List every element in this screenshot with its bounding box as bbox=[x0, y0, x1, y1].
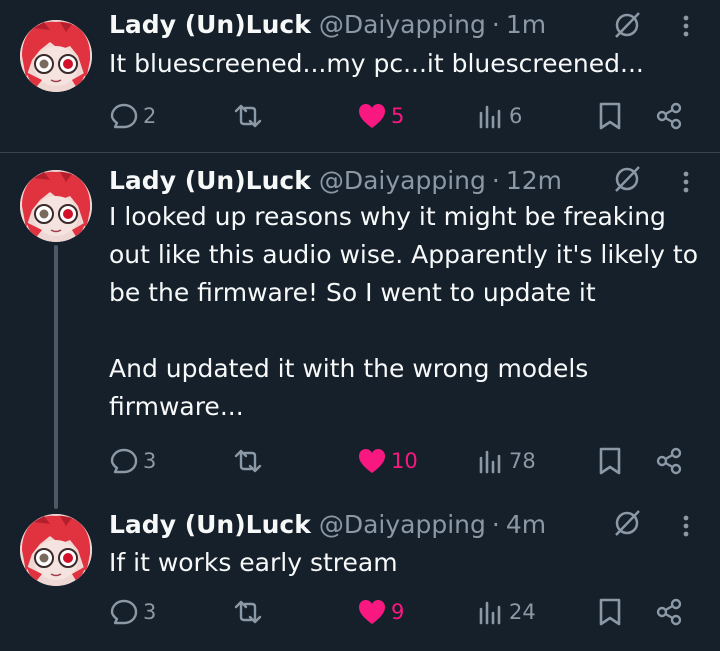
post-text: I looked up reasons why it might be frea… bbox=[109, 202, 699, 421]
grok-icon[interactable] bbox=[612, 164, 642, 194]
repost-icon bbox=[234, 449, 262, 473]
grok-icon[interactable] bbox=[612, 10, 642, 40]
share-button[interactable] bbox=[654, 99, 684, 133]
action-bar: 2 5 6 bbox=[109, 99, 709, 133]
author-handle[interactable]: @Daiyapping bbox=[319, 510, 486, 539]
bookmark-icon bbox=[599, 598, 621, 626]
share-icon bbox=[656, 102, 682, 130]
post-1[interactable]: Lady (Un)Luck @Daiyapping · 1m It bluesc… bbox=[0, 0, 720, 153]
post-time[interactable]: 12m bbox=[506, 166, 562, 195]
author-name[interactable]: Lady (Un)Luck bbox=[109, 510, 311, 539]
reply-icon bbox=[110, 599, 138, 625]
views-button[interactable]: 24 bbox=[475, 595, 536, 629]
repost-icon bbox=[234, 104, 262, 128]
reply-count: 2 bbox=[143, 104, 157, 128]
repost-button[interactable] bbox=[231, 595, 265, 629]
reply-button[interactable]: 3 bbox=[109, 595, 156, 629]
post-header: Lady (Un)Luck @Daiyapping · 1m bbox=[109, 8, 546, 40]
action-bar: 3 10 78 bbox=[109, 444, 709, 478]
reply-count: 3 bbox=[143, 600, 157, 624]
more-icon[interactable] bbox=[672, 12, 700, 40]
separator-dot: · bbox=[491, 9, 500, 39]
view-count: 24 bbox=[509, 600, 536, 624]
share-icon bbox=[656, 447, 682, 475]
like-button[interactable]: 9 bbox=[357, 595, 404, 629]
avatar[interactable] bbox=[20, 170, 92, 242]
like-button[interactable]: 10 bbox=[357, 444, 418, 478]
views-button[interactable]: 78 bbox=[475, 444, 536, 478]
more-icon[interactable] bbox=[672, 512, 700, 540]
repost-button[interactable] bbox=[231, 99, 265, 133]
bookmark-button[interactable] bbox=[596, 99, 624, 133]
separator-dot: · bbox=[491, 165, 500, 195]
author-handle[interactable]: @Daiyapping bbox=[319, 10, 486, 39]
thread-connector bbox=[54, 245, 58, 509]
reply-button[interactable]: 2 bbox=[109, 99, 156, 133]
more-icon[interactable] bbox=[672, 168, 700, 196]
reply-button[interactable]: 3 bbox=[109, 444, 156, 478]
like-count: 10 bbox=[391, 449, 418, 473]
like-count: 5 bbox=[391, 104, 405, 128]
post-text: If it works early stream bbox=[109, 548, 398, 577]
bookmark-button[interactable] bbox=[596, 595, 624, 629]
author-handle[interactable]: @Daiyapping bbox=[319, 166, 486, 195]
post-time[interactable]: 1m bbox=[506, 10, 546, 39]
share-icon bbox=[656, 598, 682, 626]
bookmark-icon bbox=[599, 102, 621, 130]
like-button[interactable]: 5 bbox=[357, 99, 404, 133]
share-button[interactable] bbox=[654, 595, 684, 629]
bookmark-icon bbox=[599, 447, 621, 475]
repost-icon bbox=[234, 600, 262, 624]
avatar[interactable] bbox=[20, 514, 92, 586]
action-bar: 3 9 24 bbox=[109, 595, 709, 629]
separator-dot: · bbox=[491, 509, 500, 539]
like-count: 9 bbox=[391, 600, 405, 624]
views-icon bbox=[479, 105, 501, 129]
share-button[interactable] bbox=[654, 444, 684, 478]
author-name[interactable]: Lady (Un)Luck bbox=[109, 10, 311, 39]
post-header: Lady (Un)Luck @Daiyapping · 12m bbox=[109, 164, 562, 196]
view-count: 6 bbox=[509, 104, 523, 128]
like-icon bbox=[359, 600, 385, 624]
post-text: It bluescreened...my pc...it bluescreene… bbox=[109, 49, 644, 78]
views-button[interactable]: 6 bbox=[475, 99, 522, 133]
reply-icon bbox=[110, 448, 138, 474]
author-name[interactable]: Lady (Un)Luck bbox=[109, 166, 311, 195]
like-icon bbox=[359, 104, 385, 128]
post-header: Lady (Un)Luck @Daiyapping · 4m bbox=[109, 508, 546, 540]
reply-count: 3 bbox=[143, 449, 157, 473]
bookmark-button[interactable] bbox=[596, 444, 624, 478]
post-3[interactable]: Lady (Un)Luck @Daiyapping · 4m If it wor… bbox=[0, 495, 720, 651]
like-icon bbox=[359, 449, 385, 473]
grok-icon[interactable] bbox=[612, 508, 642, 538]
avatar[interactable] bbox=[20, 20, 92, 92]
repost-button[interactable] bbox=[231, 444, 265, 478]
views-icon bbox=[479, 450, 501, 474]
post-2[interactable]: Lady (Un)Luck @Daiyapping · 12m I looked… bbox=[0, 153, 720, 509]
views-icon bbox=[479, 601, 501, 625]
post-time[interactable]: 4m bbox=[506, 510, 546, 539]
view-count: 78 bbox=[509, 449, 536, 473]
reply-icon bbox=[110, 103, 138, 129]
